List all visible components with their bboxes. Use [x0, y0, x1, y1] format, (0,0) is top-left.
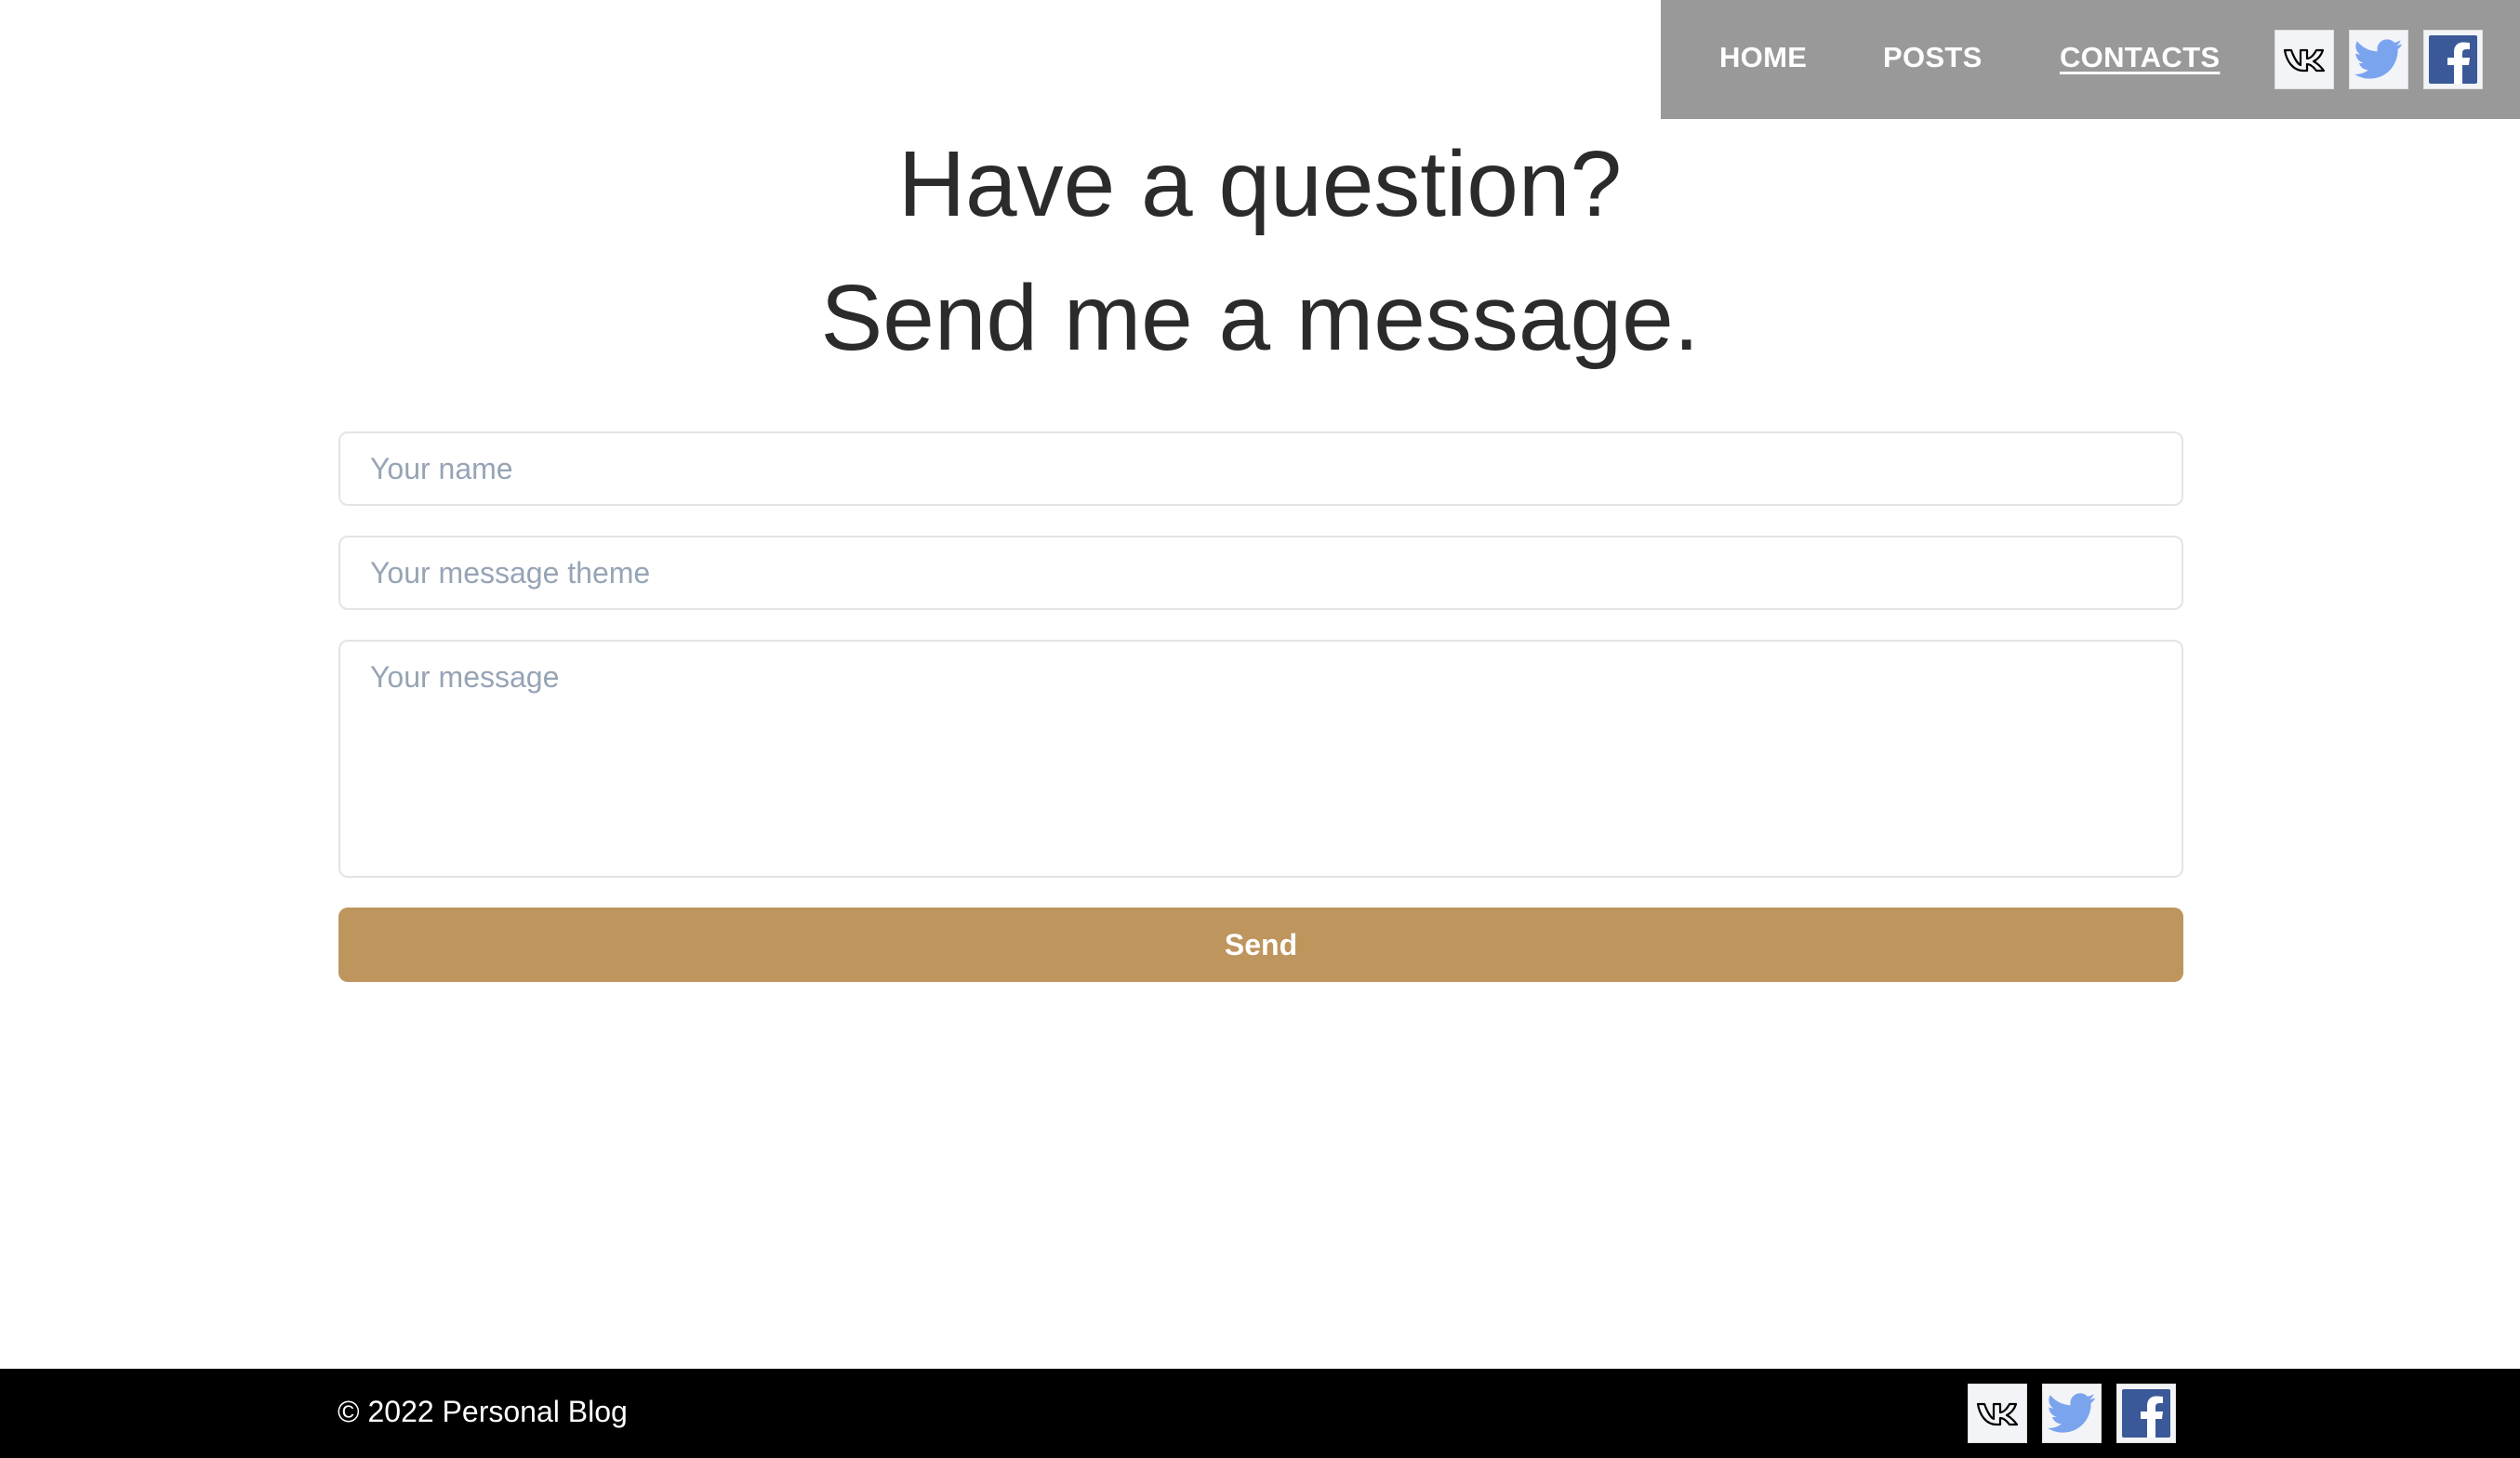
vk-link[interactable] [2275, 30, 2334, 89]
vk-icon [1976, 1399, 2019, 1427]
twitter-icon [2354, 39, 2403, 80]
nav-contacts-link[interactable]: CONTACTS [2060, 41, 2220, 74]
footer-vk-link[interactable] [1968, 1384, 2027, 1443]
facebook-icon [2429, 35, 2477, 84]
nav-posts-link[interactable]: POSTS [1883, 41, 1983, 74]
page-title: Have a question? [897, 132, 1623, 236]
vk-icon [2283, 46, 2326, 73]
nav-home-link[interactable]: HOME [1719, 41, 1807, 74]
copyright-text: © 2022 Personal Blog [338, 1395, 628, 1428]
page-subtitle: Send me a message. [820, 266, 1700, 370]
footer-twitter-link[interactable] [2042, 1384, 2102, 1443]
name-input[interactable] [338, 431, 2183, 506]
message-theme-input[interactable] [338, 536, 2183, 610]
footer: © 2022 Personal Blog [0, 1369, 2520, 1458]
footer-facebook-link[interactable] [2116, 1384, 2176, 1443]
top-navigation: HOME POSTS CONTACTS [1661, 0, 2520, 119]
facebook-icon [2122, 1389, 2170, 1438]
twitter-link[interactable] [2349, 30, 2408, 89]
send-button[interactable]: Send [338, 908, 2183, 982]
facebook-link[interactable] [2423, 30, 2483, 89]
twitter-icon [2048, 1393, 2096, 1434]
message-textarea[interactable] [338, 640, 2183, 878]
